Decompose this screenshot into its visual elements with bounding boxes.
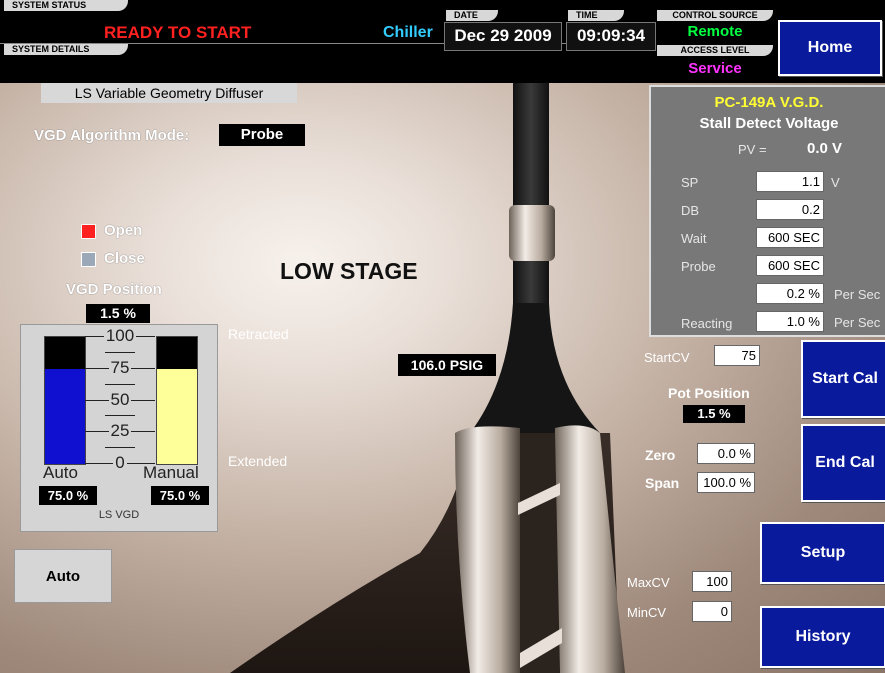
mode-value[interactable]: Probe bbox=[219, 124, 305, 146]
wait-label: Wait bbox=[681, 231, 707, 246]
stall-detect-panel: PC-149A V.G.D. Stall Detect Voltage PV =… bbox=[649, 85, 885, 337]
open-label: Open bbox=[104, 222, 143, 239]
auto-bar-frame bbox=[44, 336, 86, 465]
gauge-scale: 100 75 50 25 0 bbox=[85, 326, 155, 472]
span-input[interactable]: 100.0 % bbox=[697, 472, 755, 493]
auto-gauge-label: Auto bbox=[43, 463, 78, 482]
gauge-minor-tick bbox=[105, 383, 135, 385]
end-cal-button[interactable]: End Cal bbox=[801, 424, 885, 502]
probe-label: Probe bbox=[681, 259, 716, 274]
chiller-text: Chiller bbox=[383, 24, 433, 41]
manual-gauge-label: Manual bbox=[143, 463, 199, 482]
reacting-label: Reacting bbox=[681, 316, 733, 331]
panel-title: PC-149A V.G.D. bbox=[714, 94, 824, 111]
time-display: 09:09:34 bbox=[566, 22, 656, 51]
system-details-tag: SYSTEM DETAILS bbox=[4, 44, 128, 55]
zero-label: Zero bbox=[645, 447, 676, 463]
zero-input[interactable]: 0.0 % bbox=[697, 443, 755, 464]
date-display: Dec 29 2009 bbox=[444, 22, 562, 51]
vgd-position-label: VGD Position bbox=[66, 281, 162, 298]
shaft-collar bbox=[509, 205, 555, 261]
control-source-tag: CONTROL SOURCE bbox=[657, 10, 773, 21]
start-cal-button[interactable]: Start Cal bbox=[801, 340, 885, 418]
retracted-label: Retracted bbox=[228, 326, 289, 342]
gauge-tick-label: 100 bbox=[103, 326, 137, 345]
db-input[interactable]: 0.2 bbox=[756, 199, 824, 220]
mode-label: VGD Algorithm Mode: bbox=[34, 127, 190, 144]
auto-bar-fill bbox=[45, 368, 85, 464]
access-level-value: Service bbox=[688, 60, 742, 77]
extended-label: Extended bbox=[228, 453, 288, 469]
stage-label: LOW STAGE bbox=[280, 258, 418, 284]
time-tag: TIME bbox=[568, 10, 624, 21]
home-button[interactable]: Home bbox=[778, 20, 882, 76]
pv-label: PV = bbox=[738, 142, 767, 157]
pot-position-label: Pot Position bbox=[668, 385, 750, 401]
access-level-tag: ACCESS LEVEL bbox=[657, 45, 773, 56]
gauge-tick-label: 75 bbox=[108, 357, 132, 377]
pressure-readout: 106.0 PSIG bbox=[398, 354, 496, 376]
gauge-minor-tick bbox=[105, 351, 135, 353]
mincv-input[interactable]: 0 bbox=[692, 601, 732, 622]
auto-gauge-value: 75.0 % bbox=[39, 486, 97, 505]
panel-subtitle: Stall Detect Voltage bbox=[699, 115, 839, 132]
date-tag: DATE bbox=[446, 10, 498, 21]
vgd-position-value: 1.5 % bbox=[86, 304, 150, 323]
open-indicator-icon bbox=[81, 224, 96, 239]
manual-bar-frame bbox=[156, 336, 198, 465]
maxcv-label: MaxCV bbox=[627, 575, 670, 590]
probe-input[interactable]: 600 SEC bbox=[756, 255, 824, 276]
gauge-minor-tick bbox=[105, 447, 135, 449]
setup-button[interactable]: Setup bbox=[760, 522, 885, 584]
span-label: Span bbox=[645, 475, 680, 491]
pv-value: 0.0 V bbox=[807, 140, 843, 157]
sp-unit: V bbox=[831, 175, 840, 190]
system-status-tag: SYSTEM STATUS bbox=[4, 0, 128, 11]
mincv-label: MinCV bbox=[627, 605, 667, 620]
startcv-label: StartCV bbox=[644, 350, 690, 365]
system-status-text: READY TO START bbox=[104, 23, 252, 42]
probe-rate-input[interactable]: 0.2 % bbox=[756, 283, 824, 304]
gauge-tick-label: 25 bbox=[108, 421, 132, 441]
reacting-input[interactable]: 1.0 % bbox=[756, 311, 824, 332]
manual-bar-fill bbox=[157, 368, 197, 464]
gauge-caption: LS VGD bbox=[98, 509, 140, 521]
db-label: DB bbox=[681, 203, 700, 218]
pot-position-value: 1.5 % bbox=[683, 405, 745, 423]
gauge-minor-tick bbox=[105, 415, 135, 417]
sp-label: SP bbox=[681, 175, 699, 190]
sp-input[interactable]: 1.1 bbox=[756, 171, 824, 192]
manual-gauge-value: 75.0 % bbox=[151, 486, 209, 505]
per-sec-label: Per Sec bbox=[834, 315, 881, 330]
auto-button[interactable]: Auto bbox=[14, 549, 112, 603]
maxcv-input[interactable]: 100 bbox=[692, 571, 732, 592]
gauge-tick-label: 50 bbox=[108, 389, 132, 409]
startcv-input[interactable]: 75 bbox=[714, 345, 760, 366]
control-source-value: Remote bbox=[687, 23, 743, 40]
per-sec-label: Per Sec bbox=[834, 287, 881, 302]
ls-vgd-gauge: 100 75 50 25 0 Auto Manual 75.0 % 75.0 % LS … bbox=[20, 324, 218, 532]
history-button[interactable]: History bbox=[760, 606, 885, 668]
shaft bbox=[513, 83, 549, 303]
close-label: Close bbox=[104, 250, 145, 267]
close-indicator-icon bbox=[81, 252, 96, 267]
page-title: LS Variable Geometry Diffuser bbox=[41, 83, 297, 103]
wait-input[interactable]: 600 SEC bbox=[756, 227, 824, 248]
